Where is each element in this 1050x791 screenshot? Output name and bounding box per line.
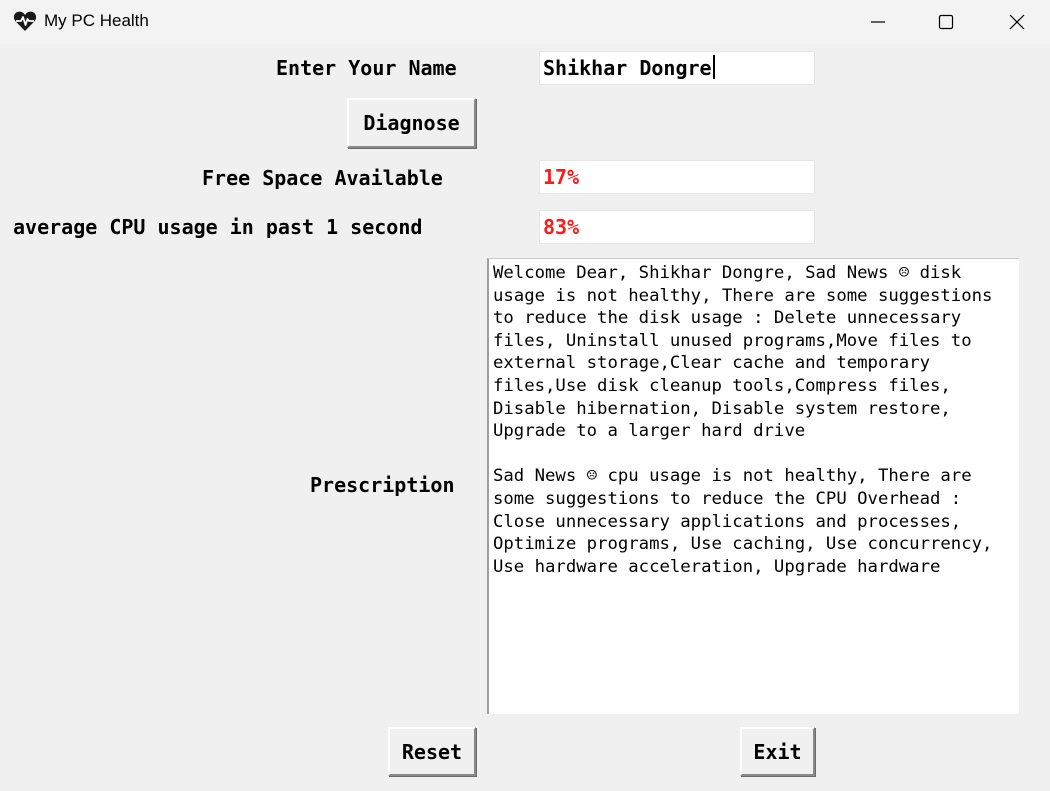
cpu-usage-field[interactable]: 83%: [539, 210, 815, 244]
maximize-icon: [938, 14, 954, 30]
exit-button[interactable]: Exit: [740, 727, 815, 776]
text-caret: [712, 55, 715, 79]
reset-button[interactable]: Reset: [388, 727, 476, 776]
close-button[interactable]: [994, 0, 1040, 44]
prescription-label: Prescription: [310, 473, 455, 497]
cpu-usage-label: average CPU usage in past 1 second: [13, 215, 423, 239]
heart-pulse-icon: [13, 11, 37, 32]
minimize-icon: [871, 21, 885, 23]
name-label: Enter Your Name: [276, 56, 457, 80]
free-space-label: Free Space Available: [202, 166, 443, 190]
title-bar: My PC Health: [0, 0, 1050, 44]
maximize-button[interactable]: [923, 0, 969, 44]
diagnose-button[interactable]: Diagnose: [347, 98, 476, 148]
name-input[interactable]: Shikhar Dongre: [539, 51, 815, 85]
name-input-value: Shikhar Dongre: [543, 56, 712, 80]
prescription-textbox[interactable]: Welcome Dear, Shikhar Dongre, Sad News ☹…: [487, 258, 1019, 714]
free-space-field[interactable]: 17%: [539, 160, 815, 194]
prescription-text: Welcome Dear, Shikhar Dongre, Sad News ☹…: [493, 263, 993, 577]
window-title: My PC Health: [44, 11, 149, 30]
minimize-button[interactable]: [855, 0, 901, 44]
close-icon: [1009, 14, 1025, 30]
